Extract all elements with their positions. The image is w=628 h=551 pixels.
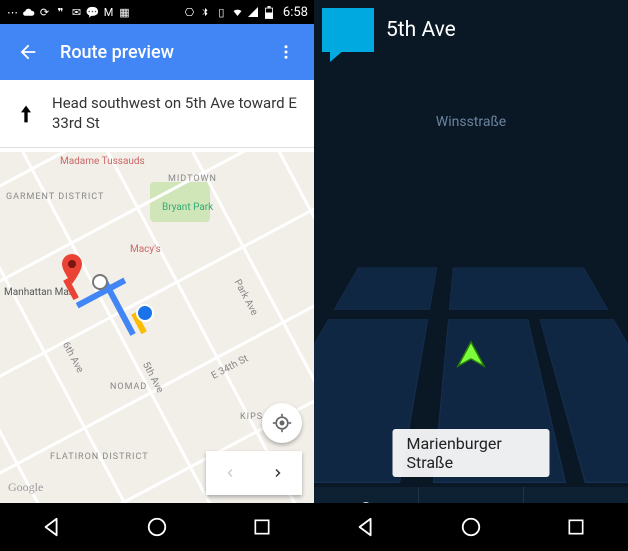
nav-home-button[interactable] xyxy=(447,503,495,551)
vibrate-icon: ▯ xyxy=(215,6,228,19)
step-dot-icon xyxy=(92,274,108,290)
prev-step-button[interactable] xyxy=(206,451,254,495)
step-pager xyxy=(206,451,302,495)
my-location-button[interactable] xyxy=(262,403,302,443)
overflow-menu-button[interactable] xyxy=(270,36,302,68)
chat-icon: 💬 xyxy=(86,6,99,19)
wifi-icon xyxy=(231,6,244,19)
poi-manhattan-mall: Manhattan Mall xyxy=(4,287,74,298)
current-street-label: Marienburger Straße xyxy=(393,429,550,477)
dual-screenshot-canvas: ⋯ ⟳ ❞ ✉ 💬 M ▦ ⎔ ▯ 6:58 xyxy=(0,0,628,551)
content-right: 5th Ave Winsstraße Marienburger Straße xyxy=(314,0,628,551)
nav-3d-viewport[interactable]: Winsstraße xyxy=(314,80,628,483)
direction-banner[interactable]: 5th Ave xyxy=(322,8,456,52)
bluetooth-icon xyxy=(199,6,212,19)
android-nav-bar xyxy=(314,503,628,551)
direction-text: Head southwest on 5th Ave toward E 33rd … xyxy=(52,94,298,133)
sync-icon: ⟳ xyxy=(38,6,51,19)
phone-left-googlemaps: ⋯ ⟳ ❞ ✉ 💬 M ▦ ⎔ ▯ 6:58 xyxy=(0,0,314,551)
google-logo: Google xyxy=(8,480,43,495)
app-icon: ▦ xyxy=(118,6,131,19)
back-button[interactable] xyxy=(12,36,44,68)
gmail-icon: M xyxy=(102,6,115,19)
direction-arrow-icon xyxy=(16,102,36,126)
nav-back-button[interactable] xyxy=(342,503,390,551)
current-position-icon xyxy=(136,304,154,322)
signal-icon xyxy=(247,6,260,19)
position-cursor-icon xyxy=(454,340,488,370)
poi-tussauds: Madame Tussauds xyxy=(60,156,145,167)
status-time: 6:58 xyxy=(283,5,308,20)
district-midtown: MIDTOWN xyxy=(168,174,217,184)
district-flatiron: FLATIRON DISTRICT xyxy=(50,452,149,462)
cloud-icon xyxy=(22,6,35,19)
next-step-button[interactable] xyxy=(254,451,302,495)
quote-icon: ❞ xyxy=(54,6,67,19)
cross-street-label: Winsstraße xyxy=(436,114,506,130)
location-icon: ⎔ xyxy=(183,6,196,19)
destination-pin-icon xyxy=(60,254,84,288)
poi-macys: Macy's xyxy=(130,244,161,255)
map-viewport[interactable]: Madame Tussauds GARMENT DISTRICT MIDTOWN… xyxy=(0,152,314,503)
more-icon: ⋯ xyxy=(6,6,19,19)
battery-icon xyxy=(263,6,276,19)
mail-icon: ✉ xyxy=(70,6,83,19)
nav-home-button[interactable] xyxy=(133,503,181,551)
nav-recents-button[interactable] xyxy=(238,503,286,551)
district-garment: GARMENT DISTRICT xyxy=(6,192,104,202)
direction-road-name: 5th Ave xyxy=(386,18,456,42)
maps-header: Route preview xyxy=(0,24,314,80)
phone-right-here: ⋯ ⟳ ❞ ✉ 💬 M ▦ ⎔ ▯ 6:59 5th xyxy=(314,0,628,551)
status-right-icons: ⎔ ▯ 6:58 xyxy=(183,5,308,20)
district-nomad: NOMAD xyxy=(110,382,147,392)
direction-bubble-icon xyxy=(322,8,374,52)
content-left: Route preview Head southwest on 5th Ave … xyxy=(0,24,314,503)
nav-back-button[interactable] xyxy=(28,503,76,551)
android-nav-bar xyxy=(0,503,314,551)
header-title: Route preview xyxy=(60,42,270,63)
poi-park: Bryant Park xyxy=(162,202,213,213)
status-left-icons: ⋯ ⟳ ❞ ✉ 💬 M ▦ xyxy=(6,6,131,19)
direction-step[interactable]: Head southwest on 5th Ave toward E 33rd … xyxy=(0,80,314,148)
status-bar: ⋯ ⟳ ❞ ✉ 💬 M ▦ ⎔ ▯ 6:58 xyxy=(0,0,314,24)
nav-recents-button[interactable] xyxy=(552,503,600,551)
